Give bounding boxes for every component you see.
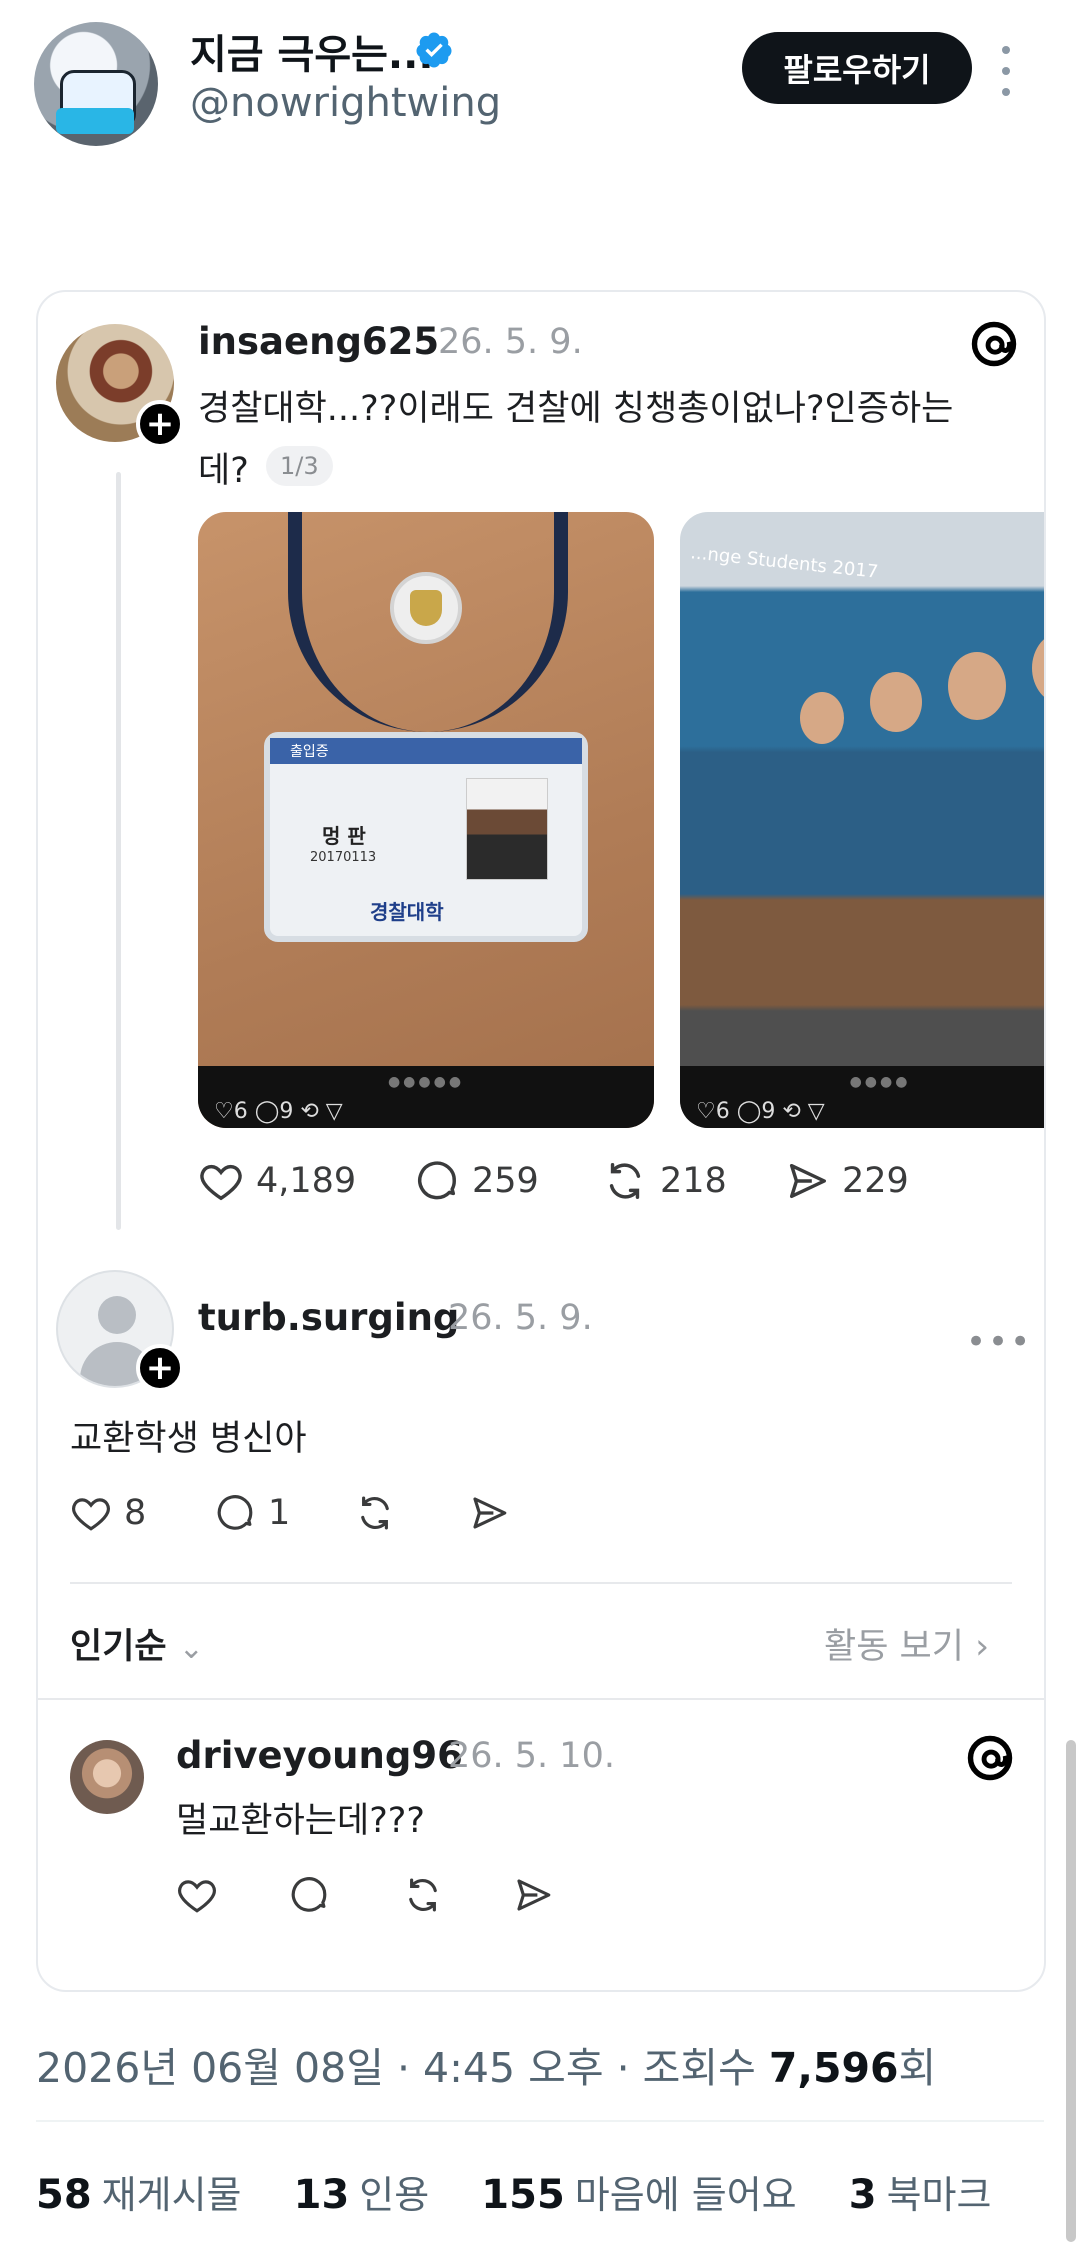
id-card-name: 멍 판 xyxy=(322,824,366,848)
chevron-right-icon: › xyxy=(975,1627,990,1667)
quotes-stat[interactable]: 13 인용 xyxy=(294,2172,430,2218)
section-divider xyxy=(70,1582,1012,1584)
people-group xyxy=(740,632,1044,852)
reply2-date: 26. 5. 10. xyxy=(448,1736,615,1776)
comment-action[interactable]: 259 xyxy=(414,1158,539,1204)
reply-comment-count: 1 xyxy=(268,1493,291,1533)
follow-button[interactable]: 팔로우하기 xyxy=(742,32,972,104)
activity-link[interactable]: 활동 보기 › xyxy=(824,1618,989,1669)
verified-badge-icon xyxy=(416,32,452,68)
threads-logo-icon[interactable] xyxy=(968,318,1020,370)
timestamp-text: 2026년 06월 08일 · 4:45 오후 · 조회수 xyxy=(36,2044,769,2092)
follow-plus-icon[interactable]: + xyxy=(136,1344,184,1392)
footer-divider xyxy=(36,2120,1044,2122)
author-display-name[interactable]: 지금 극우는... xyxy=(190,22,434,80)
post-text-line1: 경찰대학...??이래도 견찰에 칭챙총이없나?인증하는 xyxy=(198,389,954,429)
share-icon xyxy=(517,1879,551,1911)
sort-label: 인기순 xyxy=(70,1627,167,1667)
id-card: 출입증 멍 판 20170113 경찰대학 xyxy=(264,732,588,942)
media-overlay-icons: ♡6 ◯9 ⟲ ▽ xyxy=(214,1099,343,1124)
reply2-share-action[interactable] xyxy=(512,1874,554,1916)
reply2-like-action[interactable] xyxy=(176,1874,218,1916)
reply2-author-avatar[interactable] xyxy=(70,1740,144,1814)
share-count: 229 xyxy=(842,1161,909,1201)
id-card-band-text: 출입증 xyxy=(290,744,329,760)
avatar-mask xyxy=(56,108,134,134)
heart-icon xyxy=(178,1880,216,1913)
media-image-students[interactable]: ...nge Students 2017 ♡6 ◯9 ⟲ ▽ ●●●● xyxy=(680,512,1044,1128)
chevron-down-icon: ⌄ xyxy=(178,1631,204,1666)
default-avatar-head xyxy=(98,1296,136,1334)
share-icon xyxy=(473,1497,507,1529)
comment-icon xyxy=(291,1877,327,1912)
scrollbar[interactable] xyxy=(1066,1740,1076,2242)
reply2-username[interactable]: driveyoung96 xyxy=(176,1734,463,1777)
likes-stat[interactable]: 155 마음에 들어요 xyxy=(481,2172,796,2218)
sort-dropdown[interactable]: 인기순 ⌄ xyxy=(70,1618,204,1669)
comment-count: 259 xyxy=(472,1161,539,1201)
media-banner-text: ...nge Students 2017 xyxy=(689,542,880,583)
reply2-repost-action[interactable] xyxy=(402,1874,444,1916)
repost-icon xyxy=(361,1496,389,1530)
like-count: 4,189 xyxy=(256,1161,357,1201)
reply-username[interactable]: turb.surging xyxy=(198,1296,459,1339)
share-action[interactable]: 229 xyxy=(784,1158,909,1204)
view-suffix: 회 xyxy=(898,2044,937,2092)
reply2-comment-action[interactable] xyxy=(288,1874,330,1916)
follow-plus-icon[interactable]: + xyxy=(136,400,184,448)
media-carousel-dots: ●●●●● xyxy=(387,1074,465,1090)
reply-share-action[interactable] xyxy=(468,1492,510,1534)
post-date: 26. 5. 9. xyxy=(438,322,583,362)
id-card-number: 20170113 xyxy=(310,850,377,865)
media-pager: 1/3 xyxy=(266,446,333,486)
bookmarks-stat[interactable]: 3 북마크 xyxy=(849,2172,992,2218)
like-action[interactable]: 4,189 xyxy=(198,1158,356,1204)
reply-like-action[interactable]: 8 xyxy=(70,1492,146,1534)
more-horizontal-icon[interactable]: ••• xyxy=(966,1322,1032,1362)
author-handle[interactable]: @nowrightwing xyxy=(190,80,501,126)
reply-text: 교환학생 병신아 xyxy=(70,1419,307,1459)
view-count: 7,596 xyxy=(768,2044,899,2092)
media-carousel-dots: ●●●● xyxy=(849,1074,911,1090)
reply-comment-action[interactable]: 1 xyxy=(214,1492,290,1534)
thread-connector-line xyxy=(116,472,121,1230)
id-card-institution: 경찰대학 xyxy=(370,900,444,924)
activity-label: 활동 보기 xyxy=(824,1627,964,1667)
comment-icon xyxy=(217,1495,253,1530)
section-divider xyxy=(38,1698,1044,1700)
share-icon xyxy=(789,1163,826,1199)
reply-like-count: 8 xyxy=(124,1493,147,1533)
comment-icon xyxy=(418,1161,456,1200)
badge-reel xyxy=(390,572,462,644)
reply2-text: 멀교환하는데??? xyxy=(176,1801,425,1841)
threads-logo-icon[interactable] xyxy=(964,1732,1016,1784)
repost-icon xyxy=(409,1878,437,1912)
heart-icon xyxy=(72,1498,110,1531)
id-card-photo xyxy=(466,778,548,880)
tweet-timestamp-views: 2026년 06월 08일 · 4:45 오후 · 조회수 7,596회 xyxy=(36,2034,936,2094)
more-vertical-icon[interactable] xyxy=(1000,46,1012,96)
repost-icon xyxy=(609,1162,641,1200)
repost-count: 218 xyxy=(660,1161,727,1201)
media-image-id-card[interactable]: 출입증 멍 판 20170113 경찰대학 ♡6 ◯9 ⟲ ▽ ●●●●● xyxy=(198,512,654,1128)
reply-repost-action[interactable] xyxy=(354,1492,396,1534)
repost-action[interactable]: 218 xyxy=(602,1158,727,1204)
tweet-stats-row: 58 재게시물 13 인용 155 마음에 들어요 3 북마크 xyxy=(36,2164,991,2219)
author-avatar[interactable] xyxy=(34,22,158,146)
post-text-line2: 데? xyxy=(198,451,249,491)
heart-icon xyxy=(200,1164,242,1201)
reposts-stat[interactable]: 58 재게시물 xyxy=(36,2172,242,2218)
embedded-threads-card[interactable]: + insaeng625 26. 5. 9. 경찰대학...??이래도 견찰에 … xyxy=(36,290,1046,1992)
reply-date: 26. 5. 9. xyxy=(448,1298,593,1338)
media-overlay-icons: ♡6 ◯9 ⟲ ▽ xyxy=(696,1099,825,1124)
post-username[interactable]: insaeng625 xyxy=(198,320,439,363)
